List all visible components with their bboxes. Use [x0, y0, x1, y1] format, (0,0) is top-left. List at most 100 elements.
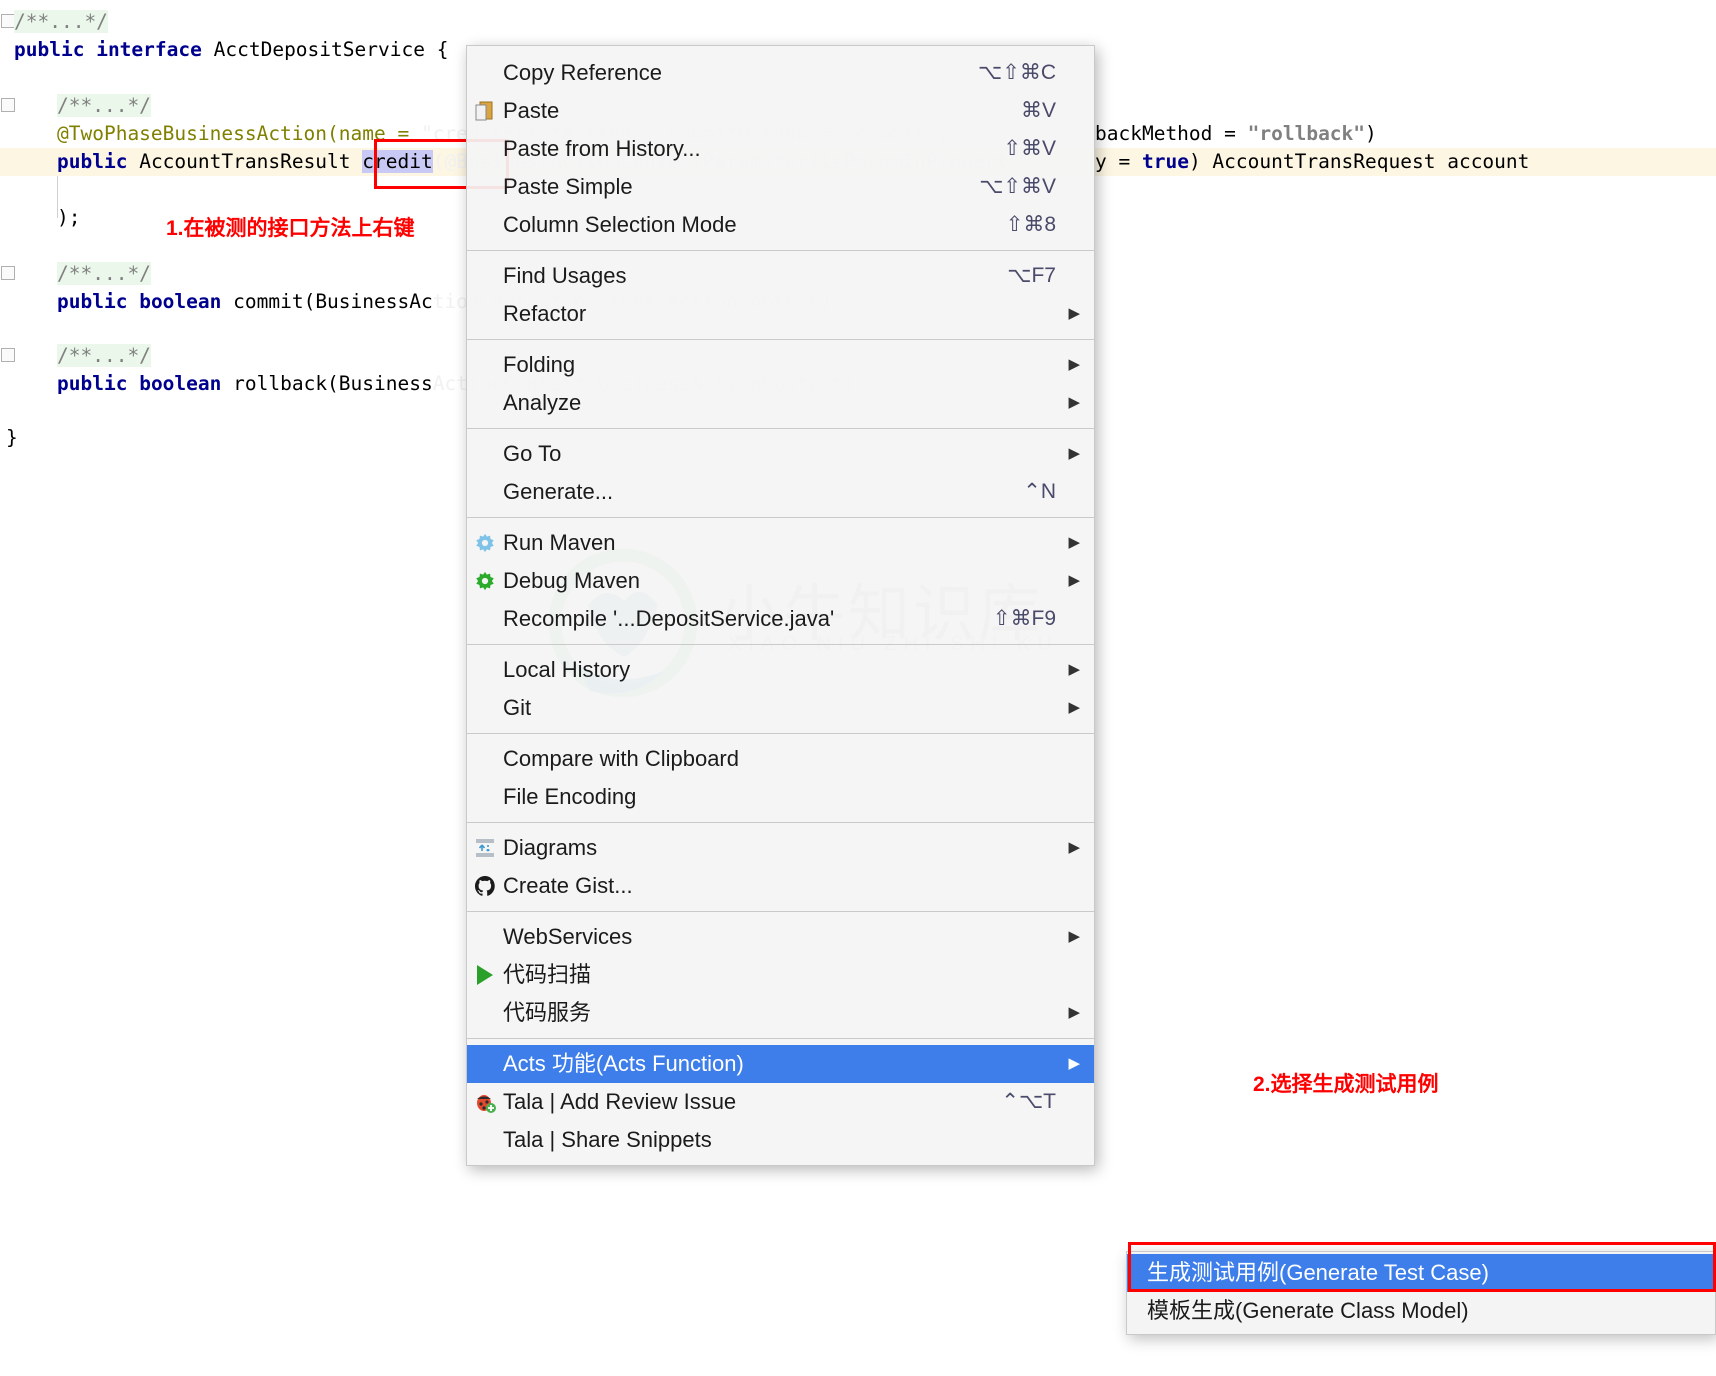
submenu-arrow-icon: ▶: [1056, 651, 1080, 689]
no-icon: [467, 130, 503, 168]
menu-separator: [467, 822, 1094, 823]
diagrams-icon: [467, 829, 503, 867]
fold-marker[interactable]: [1, 266, 15, 280]
menu-item-label: Paste Simple: [503, 168, 959, 206]
no-icon: [467, 206, 503, 244]
menu-item-paste[interactable]: Paste ⌘V: [467, 92, 1094, 130]
menu-separator: [467, 733, 1094, 734]
code-line: public interface AcctDepositService {: [14, 36, 448, 64]
menu-item-label: Copy Reference: [503, 54, 958, 92]
menu-item-file-encoding[interactable]: File Encoding: [467, 778, 1094, 816]
menu-item-find-usages[interactable]: Find Usages ⌥F7: [467, 257, 1094, 295]
no-icon: [467, 689, 503, 727]
menu-separator: [467, 911, 1094, 912]
menu-item-paste-simple[interactable]: Paste Simple ⌥⇧⌘V: [467, 168, 1094, 206]
no-icon: [467, 918, 503, 956]
submenu-arrow-icon: ▶: [1056, 435, 1080, 473]
no-icon: [467, 1121, 503, 1159]
menu-item-refactor[interactable]: Refactor▶: [467, 295, 1094, 333]
menu-item-paste-from-history[interactable]: Paste from History...⇧⌘V: [467, 130, 1094, 168]
menu-item-recompile-file[interactable]: Recompile '...DepositService.java' ⇧⌘F9: [467, 600, 1094, 638]
bug-icon: [467, 1083, 503, 1121]
menu-item-shortcut: ⇧⌘8: [1006, 206, 1056, 244]
menu-item-label: Local History: [503, 651, 1056, 689]
menu-item-diagrams[interactable]: Diagrams▶: [467, 829, 1094, 867]
menu-item-analyze[interactable]: Analyze▶: [467, 384, 1094, 422]
menu-item-tala-add-review-issue[interactable]: Tala | Add Review Issue⌃⌥T: [467, 1083, 1094, 1121]
code-line: /**...*/: [57, 92, 151, 120]
gear-blue-icon: [467, 524, 503, 562]
submenu-arrow-icon: ▶: [1056, 562, 1080, 600]
menu-item-create-gist[interactable]: Create Gist...: [467, 867, 1094, 905]
no-icon: [467, 600, 503, 638]
menu-item-column-selection-mode[interactable]: Column Selection Mode⇧⌘8: [467, 206, 1094, 244]
context-menu[interactable]: Copy Reference⌥⇧⌘CPaste ⌘VPaste from Hist…: [466, 45, 1095, 1166]
submenu-arrow-icon: ▶: [1056, 689, 1080, 727]
no-icon: [467, 778, 503, 816]
menu-item-shortcut: ⇧⌘F9: [993, 600, 1056, 638]
submenu-arrow-icon: ▶: [1056, 1045, 1080, 1083]
menu-item-acts-function[interactable]: Acts 功能(Acts Function)▶: [467, 1045, 1094, 1083]
menu-item-label: 代码扫描: [503, 956, 1056, 994]
menu-item-label: Create Gist...: [503, 867, 1056, 905]
menu-item-debug-maven[interactable]: Debug Maven▶: [467, 562, 1094, 600]
menu-separator: [467, 339, 1094, 340]
menu-item-run-maven[interactable]: Run Maven▶: [467, 524, 1094, 562]
menu-item-webservices[interactable]: WebServices▶: [467, 918, 1094, 956]
no-icon: [467, 54, 503, 92]
menu-item-code-scan[interactable]: 代码扫描: [467, 956, 1094, 994]
no-icon: [467, 994, 503, 1032]
fold-marker[interactable]: [1, 98, 15, 112]
menu-separator: [467, 1038, 1094, 1039]
code-line-overflow: y = true) AccountTransRequest account: [1095, 148, 1529, 176]
menu-item-label: Run Maven: [503, 524, 1056, 562]
menu-item-label: Diagrams: [503, 829, 1056, 867]
menu-item-tala-share-snippets[interactable]: Tala | Share Snippets: [467, 1121, 1094, 1159]
menu-item-label: Analyze: [503, 384, 1056, 422]
acts-submenu[interactable]: 生成测试用例(Generate Test Case)模板生成(Generate …: [1126, 1251, 1716, 1335]
menu-item-shortcut: ⌃⌥T: [1001, 1083, 1056, 1121]
menu-item-label: Folding: [503, 346, 1056, 384]
menu-item-label: Go To: [503, 435, 1056, 473]
code-line-overflow: backMethod = "rollback"): [1095, 120, 1377, 148]
code-line: }: [6, 424, 18, 452]
no-icon: [467, 740, 503, 778]
submenu-arrow-icon: ▶: [1056, 994, 1080, 1032]
menu-item-label: 代码服务: [503, 994, 1056, 1032]
menu-item-label: Debug Maven: [503, 562, 1056, 600]
code-line: );: [57, 204, 80, 232]
menu-item-copy-reference[interactable]: Copy Reference⌥⇧⌘C: [467, 54, 1094, 92]
menu-separator: [467, 644, 1094, 645]
menu-item-label: Find Usages: [503, 257, 987, 295]
menu-separator: [467, 250, 1094, 251]
code-line: /**...*/: [57, 342, 151, 370]
menu-item-shortcut: ⌃N: [1023, 473, 1056, 511]
menu-item-label: Recompile '...DepositService.java': [503, 600, 973, 638]
submenu-item-generate-class-model[interactable]: 模板生成(Generate Class Model): [1127, 1292, 1715, 1330]
menu-item-label: WebServices: [503, 918, 1056, 956]
menu-item-label: Paste: [503, 92, 1001, 130]
submenu-item-generate-test-case[interactable]: 生成测试用例(Generate Test Case): [1127, 1254, 1715, 1292]
menu-item-label: Compare with Clipboard: [503, 740, 1056, 778]
menu-item-label: Acts 功能(Acts Function): [503, 1045, 1056, 1083]
menu-item-shortcut: ⌥⇧⌘V: [979, 168, 1056, 206]
menu-item-shortcut: ⌥F7: [1007, 257, 1056, 295]
menu-item-go-to[interactable]: Go To▶: [467, 435, 1094, 473]
menu-item-label: Tala | Share Snippets: [503, 1121, 1056, 1159]
menu-item-generate[interactable]: Generate...⌃N: [467, 473, 1094, 511]
menu-item-shortcut: ⇧⌘V: [1003, 130, 1056, 168]
fold-marker[interactable]: [1, 348, 15, 362]
menu-item-shortcut: ⌘V: [1021, 92, 1056, 130]
submenu-arrow-icon: ▶: [1056, 295, 1080, 333]
fold-marker[interactable]: [1, 14, 15, 28]
submenu-arrow-icon: ▶: [1056, 524, 1080, 562]
menu-item-git[interactable]: Git▶: [467, 689, 1094, 727]
no-icon: [467, 473, 503, 511]
annotation-step2: 2.选择生成测试用例: [1253, 1068, 1439, 1098]
menu-item-code-service[interactable]: 代码服务▶: [467, 994, 1094, 1032]
menu-item-local-history[interactable]: Local History▶: [467, 651, 1094, 689]
gear-green-icon: [467, 562, 503, 600]
no-icon: [467, 384, 503, 422]
menu-item-folding[interactable]: Folding▶: [467, 346, 1094, 384]
menu-item-compare-with-clipboard[interactable]: Compare with Clipboard: [467, 740, 1094, 778]
